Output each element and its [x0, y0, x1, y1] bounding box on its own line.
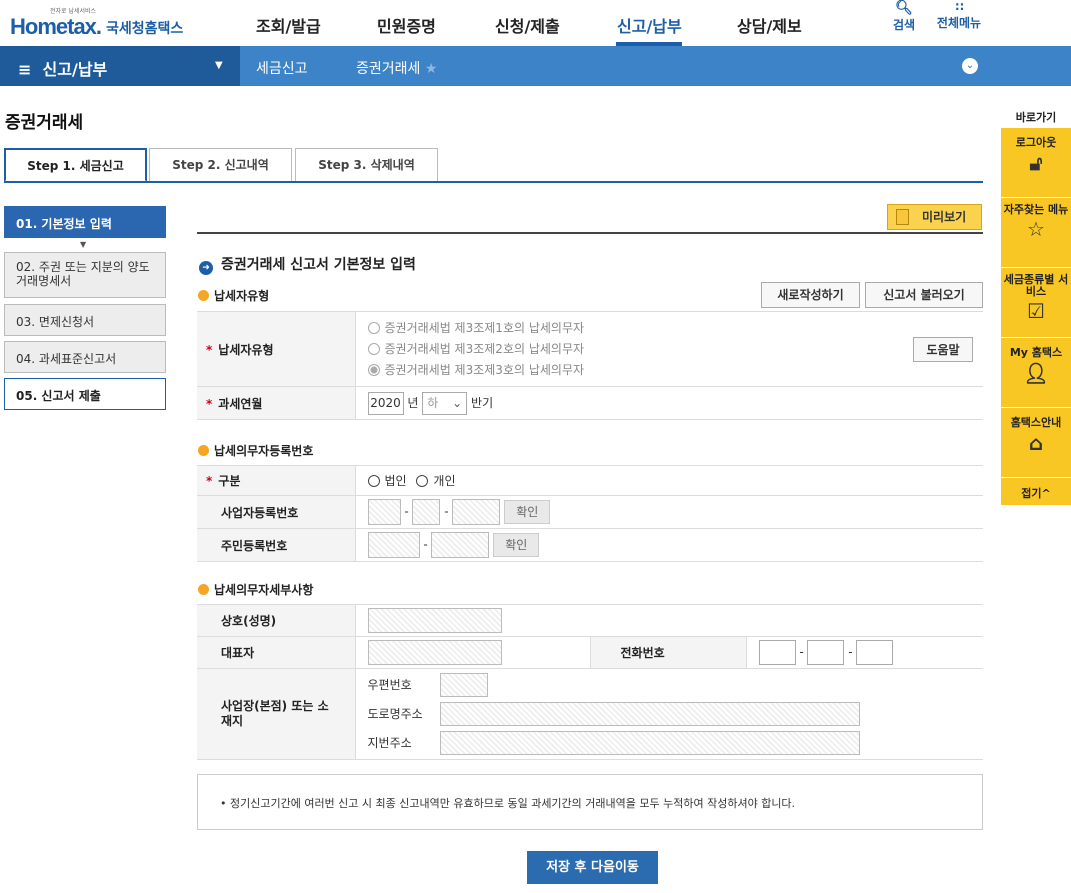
- search-button[interactable]: 🔍︎ 검색: [890, 0, 918, 33]
- tab-step1[interactable]: Step 1. 세금신고: [4, 148, 147, 182]
- half-select[interactable]: 하 ⌄: [422, 391, 468, 415]
- breadcrumb-item-tax-filing[interactable]: 세금신고: [256, 58, 308, 78]
- lot-address-label: 지번주소: [367, 735, 412, 750]
- lock-icon: 🔓︎: [1029, 151, 1043, 175]
- rrn-part1-input[interactable]: [367, 532, 420, 558]
- quick-menu: 바로가기 로그아웃 🔓︎ 자주찾는 메뉴 ☆ 세금종류별 서비스 ☑ My 홈택…: [1001, 108, 1071, 506]
- bizno-confirm-button[interactable]: 확인: [504, 500, 551, 524]
- lot-address-input[interactable]: [439, 731, 860, 755]
- breadcrumb-item-securities-tax[interactable]: 증권거래세 ★: [356, 58, 437, 78]
- radio-individual[interactable]: 개인: [416, 474, 456, 488]
- grid-icon: ∷: [955, 0, 963, 14]
- quick-faq-menu[interactable]: 자주찾는 메뉴 ☆: [1001, 198, 1071, 268]
- user-icon: 👤︎: [1023, 361, 1049, 385]
- taxpayer-type-heading: 납세자유형: [198, 287, 269, 304]
- quick-my-hometax[interactable]: My 홈택스 👤︎: [1001, 338, 1071, 408]
- quick-menu-title: 바로가기: [1015, 111, 1057, 124]
- preview-button[interactable]: 미리보기: [887, 204, 982, 230]
- bizno-part3-input[interactable]: [452, 499, 501, 525]
- notice-box: • 정기신고기간에 여러번 신고 시 최종 신고내역만 유효하므로 동일 과세기…: [197, 774, 983, 830]
- details-table: 상호(성명) 대표자 전화번호 - - 사업장(본점) 또는 소재지 우편번호 …: [197, 604, 983, 760]
- zip-input[interactable]: [439, 673, 488, 697]
- quick-logout[interactable]: 로그아웃 🔓︎: [1001, 128, 1071, 198]
- step-transfer-statement[interactable]: 02. 주권 또는 지분의 양도 거래명세서: [4, 252, 166, 298]
- category-label: 구분: [218, 474, 241, 488]
- phone-part2-input[interactable]: [807, 640, 845, 665]
- road-address-input[interactable]: [439, 702, 860, 726]
- step-basic-info[interactable]: 01. 기본정보 입력: [4, 206, 166, 238]
- logo-wordmark: Hometax.: [10, 14, 102, 39]
- step-exemption[interactable]: 03. 면제신청서: [4, 304, 166, 336]
- section-menu-toggle[interactable]: ≡ 신고/납부: [18, 56, 107, 80]
- radio-option-3[interactable]: 증권거래세법 제3조제3호의 납세의무자: [367, 360, 984, 381]
- bullet-icon: [198, 290, 209, 301]
- tab-step2[interactable]: Step 2. 신고내역: [149, 148, 292, 181]
- quick-tax-service[interactable]: 세금종류별 서비스 ☑: [1001, 268, 1071, 338]
- section-title: ➜ 증권거래세 신고서 기본정보 입력: [199, 254, 416, 275]
- bullet-icon: [198, 584, 209, 595]
- menu-filing-payment[interactable]: 신고/납부: [617, 13, 682, 37]
- menu-consultation[interactable]: 상담/제보: [737, 13, 802, 37]
- menu-application[interactable]: 신청/제출: [495, 13, 560, 37]
- address-label: 사업장(본점) 또는 소재지: [197, 668, 356, 760]
- step-submit[interactable]: 05. 신고서 제출: [4, 378, 166, 410]
- tab-step3[interactable]: Step 3. 삭제내역: [295, 148, 438, 181]
- chevron-down-icon[interactable]: ⌄: [962, 58, 978, 74]
- logo-korean: 국세청홈택스: [106, 21, 184, 37]
- rrn-label: 주민등록번호: [197, 528, 356, 562]
- help-button[interactable]: 도움말: [913, 337, 973, 362]
- radio-option-1[interactable]: 증권거래세법 제3조제1호의 납세의무자: [367, 318, 984, 339]
- tax-period-label: 과세연월: [218, 396, 263, 411]
- representative-input[interactable]: [367, 640, 502, 665]
- quick-fold-button[interactable]: 접기^: [1001, 478, 1071, 506]
- star-icon[interactable]: ★: [425, 61, 438, 77]
- taxpayer-type-table: * 납세자유형 증권거래세법 제3조제1호의 납세의무자 증권거래세법 제3조제2…: [197, 311, 983, 420]
- radio-corporation[interactable]: 법인: [367, 474, 407, 488]
- phone-part1-input[interactable]: [758, 640, 796, 665]
- search-icon: 🔍︎: [895, 0, 913, 16]
- document-icon: [896, 209, 909, 225]
- step-arrow-icon: ▼: [80, 240, 87, 249]
- quick-guide[interactable]: 홈택스안내 ⌂: [1001, 408, 1071, 478]
- page-title: 증권거래세: [5, 113, 84, 133]
- checkbox-icon: ☑: [1027, 299, 1045, 323]
- name-input[interactable]: [367, 608, 502, 633]
- details-heading: 납세의무자세부사항: [198, 581, 313, 598]
- bullet-icon: [198, 445, 209, 456]
- phone-part3-input[interactable]: [856, 640, 894, 665]
- registration-table: * 구분 법인 개인 사업자등록번호 - - 확인 주민등록번호 - 확인: [197, 465, 983, 562]
- home-icon: ⌂: [1028, 431, 1044, 455]
- taxpayer-type-label: 납세자유형: [218, 342, 274, 357]
- phone-label: 전화번호: [589, 636, 747, 669]
- rrn-part2-input[interactable]: [431, 532, 490, 558]
- top-navigation: 전자로 납세서비스 Hometax. 국세청홈택스 조회/발급 민원증명 신청/…: [0, 0, 1071, 46]
- name-label: 상호(성명): [197, 604, 356, 637]
- representative-label: 대표자: [197, 636, 356, 669]
- rrn-confirm-button[interactable]: 확인: [493, 533, 540, 557]
- caret-down-icon[interactable]: ▼: [215, 60, 223, 71]
- road-address-label: 도로명주소: [367, 706, 423, 721]
- load-return-button[interactable]: 신고서 불러오기: [865, 282, 983, 308]
- bizno-label: 사업자등록번호: [197, 495, 356, 529]
- menu-certificate[interactable]: 민원증명: [377, 13, 436, 37]
- bizno-part1-input[interactable]: [367, 499, 401, 525]
- new-write-button[interactable]: 새로작성하기: [761, 282, 860, 308]
- year-input[interactable]: 2020: [367, 391, 404, 415]
- breadcrumb-bar: ≡ 신고/납부 ▼ 세금신고 증권거래세 ★ ⌄: [0, 46, 1071, 86]
- star-icon: ☆: [1027, 217, 1045, 241]
- radio-option-2[interactable]: 증권거래세법 제3조제2호의 납세의무자: [367, 339, 984, 360]
- zip-label: 우편번호: [367, 677, 412, 692]
- all-menu-button[interactable]: ∷ 전체메뉴: [933, 0, 985, 31]
- hometax-logo[interactable]: 전자로 납세서비스 Hometax. 국세청홈택스: [6, 4, 196, 44]
- arrow-right-icon: ➜: [199, 261, 213, 275]
- menu-inquiry[interactable]: 조회/발급: [256, 13, 321, 37]
- save-next-button[interactable]: 저장 후 다음이동: [527, 851, 658, 884]
- bizno-part2-input[interactable]: [412, 499, 441, 525]
- registration-heading: 납세의무자등록번호: [198, 442, 313, 459]
- step-tax-base[interactable]: 04. 과세표준신고서: [4, 341, 166, 373]
- chevron-down-icon: ⌄: [452, 395, 463, 410]
